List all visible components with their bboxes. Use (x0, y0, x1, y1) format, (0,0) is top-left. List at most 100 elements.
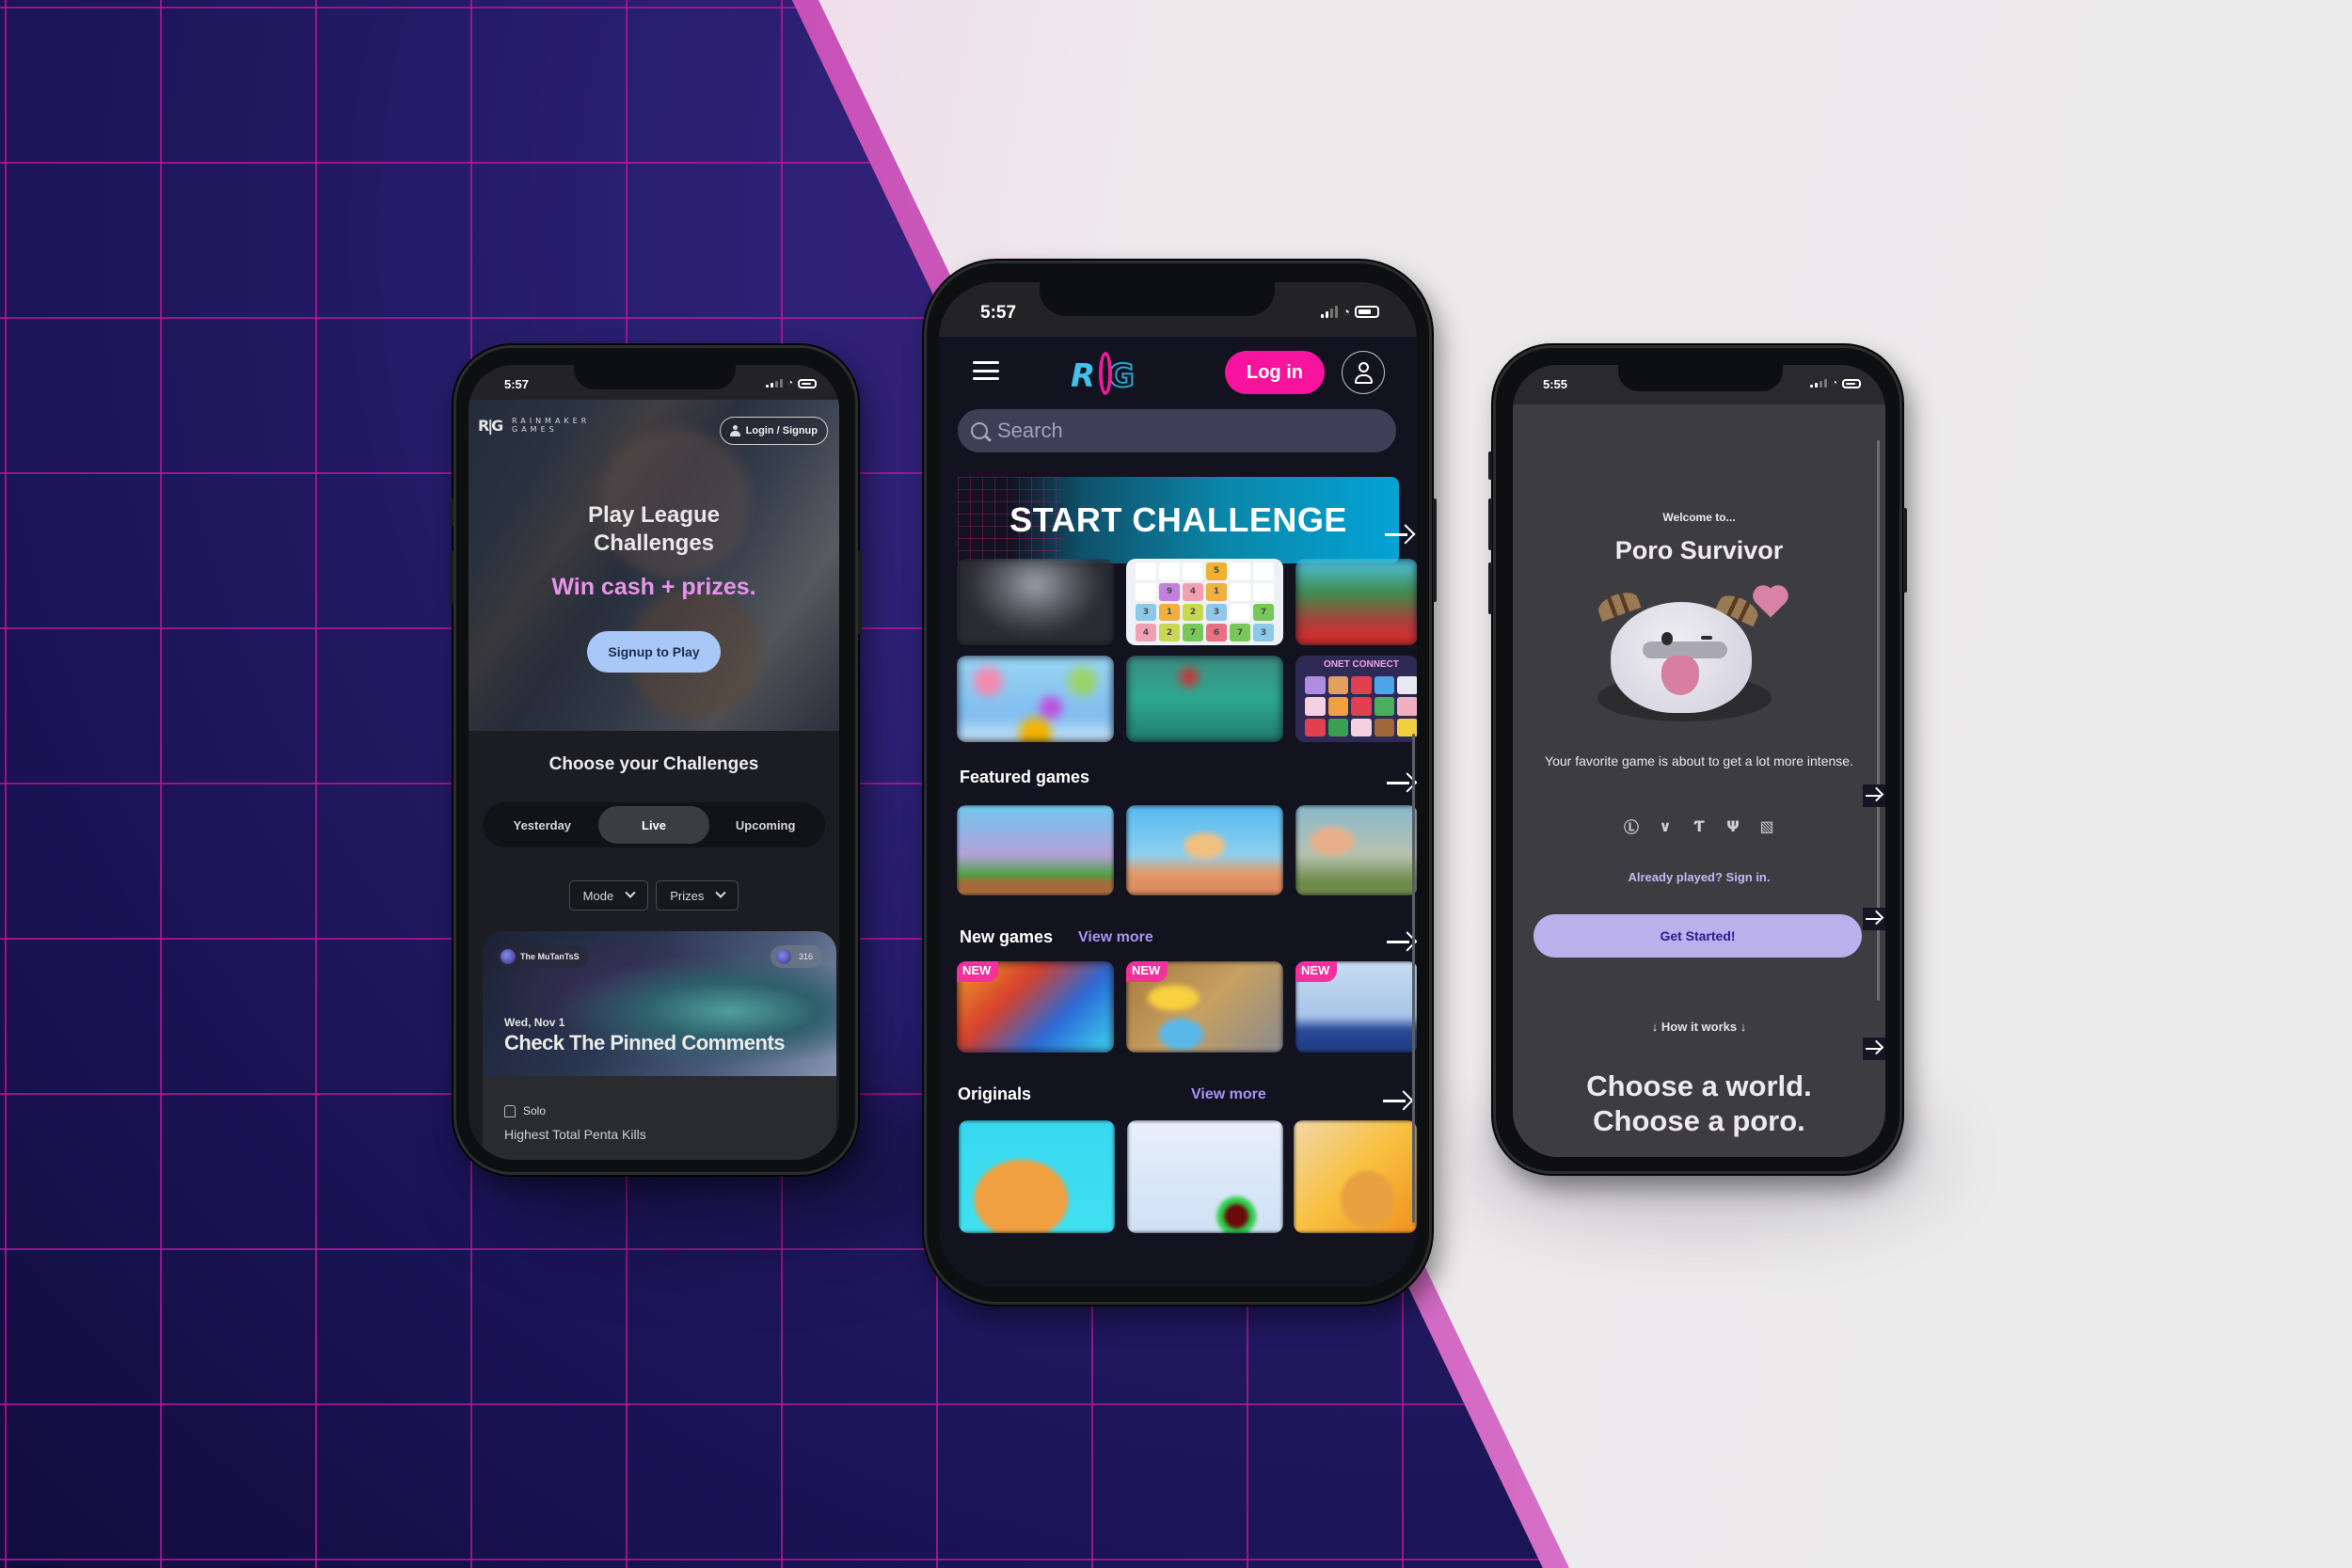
game-tile[interactable] (957, 805, 1114, 895)
game-thumbnail (1126, 656, 1283, 742)
game-thumbnail (1127, 1120, 1283, 1233)
solo-player-icon (504, 1104, 516, 1117)
poro-mascot-image (1595, 585, 1800, 721)
signup-to-play-button[interactable]: Signup to Play (587, 631, 721, 673)
number-puzzle-thumbnail: 594131237427673 (1126, 559, 1283, 645)
prizes-dropdown[interactable]: Prizes (656, 880, 739, 911)
game-thumbnail (1294, 1120, 1417, 1233)
puzzle-cell: 7 (1183, 624, 1203, 641)
arrow-right-icon[interactable] (1381, 522, 1416, 546)
game-tile[interactable]: NEW (1126, 961, 1283, 1053)
notch (1618, 365, 1783, 391)
phone-side-button (1488, 451, 1492, 480)
new-badge: NEW (1295, 961, 1338, 982)
game-tile[interactable]: NEW (1295, 961, 1417, 1053)
game-tile[interactable] (957, 656, 1114, 742)
puzzle-cell: 1 (1206, 582, 1227, 601)
status-icons: ◔ (1321, 305, 1379, 319)
puzzle-cell: 2 (1159, 624, 1180, 641)
new-badge: NEW (1126, 961, 1168, 982)
puzzle-cell: 4 (1136, 624, 1156, 641)
puzzle-cell: 9 (1159, 582, 1180, 601)
phone-right: 5:55 ◔ Welcome to... Poro Survivor Your … (1488, 345, 1907, 1174)
screen-rainmaker-challenges: 5:57 ◔ R|G RAINMAKER GAMES Login / Signu… (469, 365, 839, 1160)
rg-logo[interactable]: R G (1071, 352, 1142, 396)
status-time: 5:57 (504, 377, 530, 391)
puzzle-cell: 7 (1253, 603, 1274, 622)
arrow-right-icon[interactable] (1383, 929, 1417, 954)
puzzle-cell: 6 (1206, 624, 1227, 641)
game-tile-onet-connect[interactable]: ONET CONNECT (1295, 656, 1417, 742)
profile-button[interactable] (1342, 351, 1385, 394)
screen-game-library: 5:57 ◔ R G Log in START CHALLENGE (939, 282, 1417, 1287)
user-icon (1359, 362, 1369, 372)
phone-side-button (858, 550, 862, 635)
arrow-right-icon[interactable] (1379, 1088, 1414, 1113)
originals-view-more-link[interactable]: View more (1191, 1086, 1266, 1103)
start-challenge-banner[interactable]: START CHALLENGE (958, 477, 1399, 563)
game-tile[interactable] (1126, 656, 1283, 742)
status-bar: 5:57 ◔ (939, 282, 1417, 337)
signal-icon (765, 379, 783, 388)
puzzle-cell: 2 (1183, 603, 1203, 622)
status-bar: 5:57 ◔ (469, 365, 839, 400)
puzzle-cell (1159, 562, 1180, 580)
login-signup-button[interactable]: Login / Signup (719, 417, 828, 445)
team-name: The MuTanTsS (520, 952, 580, 961)
puzzle-cell: 7 (1230, 624, 1250, 641)
game-title: Poro Survivor (1614, 536, 1784, 564)
participants-chip: 316 (770, 945, 822, 968)
hero-title-line-1: Play League (587, 502, 721, 528)
destiny-icon: Ψ (1726, 816, 1740, 835)
tab-live[interactable]: Live (597, 806, 710, 844)
challenge-title: Check The Pinned Comments (504, 1031, 786, 1054)
game-tile-number-puzzle[interactable]: 594131237427673 (1126, 559, 1283, 645)
scrollbar[interactable] (1412, 734, 1415, 1223)
how-it-works-link[interactable]: ↓ How it works ↓ (1513, 1020, 1885, 1034)
welcome-text: Welcome to... (1662, 511, 1736, 524)
rainmaker-logo[interactable]: R|G RAINMAKER GAMES (478, 417, 590, 435)
game-tile[interactable] (959, 1120, 1115, 1233)
game-tile[interactable] (1126, 805, 1283, 895)
challenge-date: Wed, Nov 1 (504, 1016, 565, 1029)
puzzle-cell (1253, 582, 1274, 601)
sign-in-link[interactable]: Already played? Sign in. (1513, 870, 1885, 884)
supported-games: Ⓛ ∨ Ƭ Ψ ▧ (1513, 816, 1885, 837)
challenge-card[interactable]: The MuTanTsS 316 Wed, Nov 1 Check The Pi… (483, 931, 836, 1160)
arrow-right-icon[interactable] (1383, 770, 1417, 795)
puzzle-cell (1230, 562, 1250, 580)
arrow-right-icon[interactable] (1863, 908, 1885, 930)
team-avatar (501, 949, 516, 964)
mode-dropdown[interactable]: Mode (568, 880, 649, 911)
tab-yesterday[interactable]: Yesterday (486, 806, 598, 844)
arrow-right-icon[interactable] (1863, 784, 1885, 807)
game-tile[interactable] (1127, 1120, 1283, 1233)
puzzle-cell: 5 (1206, 562, 1227, 580)
challenge-mode: Solo (504, 1104, 546, 1117)
game-tile[interactable] (957, 559, 1114, 645)
puzzle-cell: 3 (1253, 624, 1274, 641)
new-games-view-more-link[interactable]: View more (1078, 929, 1153, 946)
status-icons: ◔ (765, 378, 817, 388)
tab-upcoming[interactable]: Upcoming (709, 806, 821, 844)
game-tile[interactable] (1295, 805, 1417, 895)
search-input[interactable] (997, 419, 1355, 443)
search-bar (958, 409, 1396, 452)
phone-middle: 5:57 ◔ R G Log in START CHALLENGE (924, 261, 1437, 1305)
menu-icon[interactable] (973, 361, 999, 380)
get-started-button[interactable]: Get Started! (1534, 914, 1862, 958)
puzzle-cell: 3 (1136, 603, 1156, 622)
game-tile[interactable] (1294, 1120, 1417, 1233)
hero-banner: R|G RAINMAKER GAMES Login / Signup Play … (469, 400, 839, 731)
login-button[interactable]: Log in (1225, 351, 1325, 394)
arrow-right-icon[interactable] (1863, 1037, 1885, 1060)
start-challenge-label: START CHALLENGE (1009, 500, 1347, 539)
signal-icon (1809, 379, 1827, 388)
puzzle-cell (1136, 562, 1156, 580)
game-tile[interactable] (1295, 559, 1417, 645)
game-tile[interactable]: NEW (957, 961, 1114, 1053)
signal-icon (1321, 306, 1339, 318)
phone-side-button (1433, 499, 1437, 602)
puzzle-cell (1136, 582, 1156, 601)
hero-subtitle: Win cash + prizes. (551, 574, 756, 600)
